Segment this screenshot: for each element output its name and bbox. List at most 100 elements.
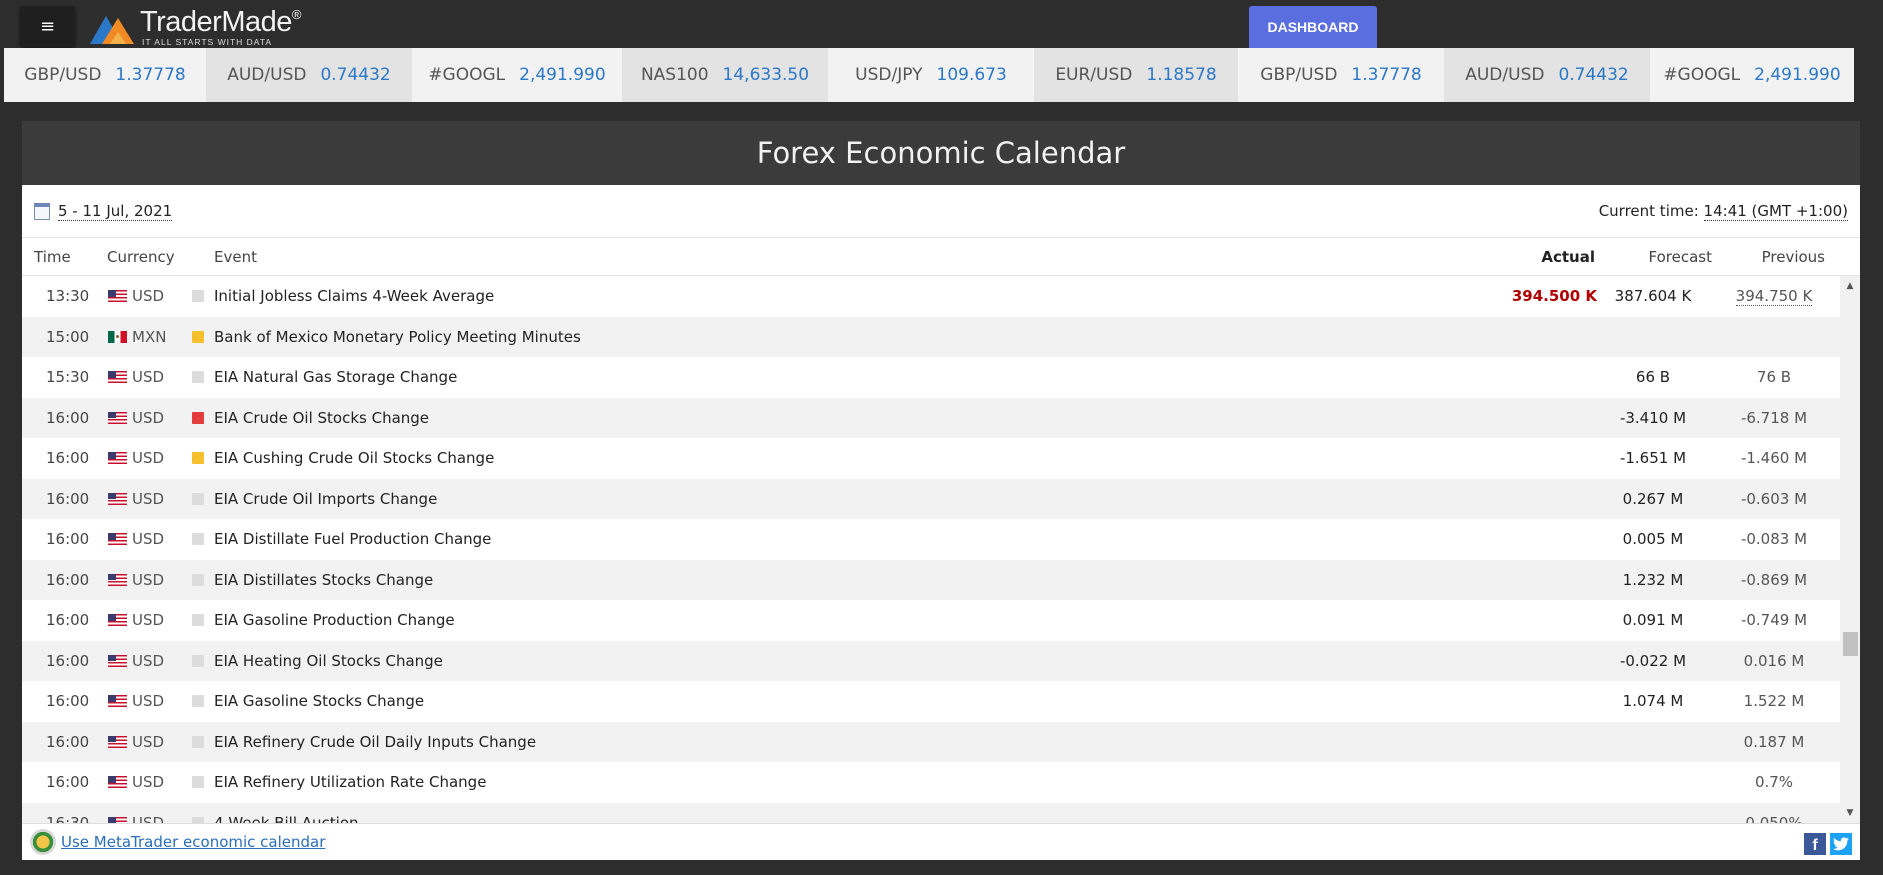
row-previous: 0.016 M	[1743, 651, 1805, 670]
row-time: 16:00	[46, 611, 90, 630]
row-currency: USD	[132, 449, 165, 468]
row-currency: USD	[132, 570, 165, 589]
usa-flag-icon	[108, 371, 127, 384]
table-row[interactable]: 16:00 USD EIA Cushing Crude Oil Stocks Cha…	[22, 438, 1840, 479]
table-row[interactable]: 16:00 USD EIA Heating Oil Stocks Change -0.…	[22, 640, 1840, 681]
row-event[interactable]: EIA Heating Oil Stocks Change	[214, 652, 443, 670]
row-event[interactable]: 4-Week Bill Auction	[214, 814, 359, 823]
row-previous: -0.083 M	[1740, 530, 1808, 549]
ticker-symbol: NAS100	[640, 65, 709, 85]
row-event[interactable]: EIA Cushing Crude Oil Stocks Change	[214, 449, 494, 467]
table-row[interactable]: 15:00 MXN Bank of Mexico Monetary Policy M…	[22, 316, 1840, 357]
calendar-icon	[34, 202, 50, 220]
ticker-item[interactable]: #GOOGL 2,491.990	[1650, 48, 1854, 102]
row-actual: 394.500 K	[1511, 287, 1597, 306]
importance-indicator-icon	[192, 776, 204, 789]
ticker-symbol: GBP/USD	[1260, 65, 1338, 85]
row-currency: USD	[132, 611, 165, 630]
row-previous: -6.718 M	[1740, 408, 1808, 427]
row-previous: -0.869 M	[1740, 570, 1808, 589]
metatrader-calendar-link[interactable]: Use MetaTrader economic calendar	[61, 833, 325, 851]
price-ticker: GBP/USD 1.37778 AUD/USD 0.74432 #GOOGL 2,49…	[4, 48, 1854, 102]
calendar-info-bar: 5 - 11 Jul, 2021 Current time: 14:41 (GM…	[22, 185, 1860, 238]
row-event[interactable]: EIA Gasoline Stocks Change	[214, 692, 424, 710]
scroll-down-arrow-icon[interactable]: ▼	[1840, 805, 1860, 821]
table-row[interactable]: 16:30 USD 4-Week Bill Auction 0.050%	[22, 802, 1840, 823]
row-event[interactable]: EIA Refinery Utilization Rate Change	[214, 773, 486, 791]
calendar-title: Forex Economic Calendar	[22, 121, 1860, 185]
row-event[interactable]: EIA Crude Oil Stocks Change	[214, 409, 429, 427]
calendar-scrollbar[interactable]: ▲ ▼	[1840, 276, 1860, 823]
calendar-rows[interactable]: 13:30 USD Initial Jobless Claims 4-Week Av…	[22, 276, 1840, 823]
table-row[interactable]: 16:00 USD EIA Distillate Fuel Production C…	[22, 519, 1840, 560]
ticker-item[interactable]: #GOOGL 2,491.990	[412, 48, 622, 102]
ticker-item[interactable]: AUD/USD 0.74432	[206, 48, 412, 102]
scroll-up-arrow-icon[interactable]: ▲	[1840, 278, 1860, 294]
row-forecast: 0.267 M	[1622, 489, 1684, 508]
menu-button[interactable]: ≡	[20, 6, 75, 47]
metatrader-icon	[30, 829, 56, 855]
row-forecast: 66 B	[1635, 368, 1671, 387]
usa-flag-icon	[108, 735, 127, 748]
ticker-item[interactable]: AUD/USD 0.74432	[1444, 48, 1650, 102]
table-row[interactable]: 13:30 USD Initial Jobless Claims 4-Week Av…	[22, 276, 1840, 317]
row-event[interactable]: Initial Jobless Claims 4-Week Average	[214, 287, 494, 305]
row-previous: -0.603 M	[1740, 489, 1808, 508]
calendar-column-headers: Time Currency Event Actual Forecast Prev…	[22, 238, 1860, 276]
table-row[interactable]: 16:00 USD EIA Distillates Stocks Change 1.2…	[22, 559, 1840, 600]
ticker-symbol: USD/JPY	[855, 65, 923, 85]
importance-indicator-icon	[192, 411, 204, 424]
row-currency: USD	[132, 773, 165, 792]
usa-flag-icon	[108, 452, 127, 465]
row-event[interactable]: EIA Distillates Stocks Change	[214, 571, 433, 589]
ticker-value: 0.74432	[320, 65, 391, 85]
row-event[interactable]: EIA Distillate Fuel Production Change	[214, 530, 491, 548]
row-currency: USD	[132, 489, 165, 508]
ticker-value: 1.37778	[1351, 65, 1422, 85]
row-event[interactable]: EIA Crude Oil Imports Change	[214, 490, 437, 508]
row-time: 16:00	[46, 449, 90, 468]
row-currency: MXN	[132, 327, 167, 346]
row-time: 15:00	[46, 327, 90, 346]
ticker-item[interactable]: NAS100 14,633.50	[622, 48, 828, 102]
ticker-item[interactable]: GBP/USD 1.37778	[4, 48, 206, 102]
ticker-symbol: AUD/USD	[1465, 65, 1545, 85]
ticker-item[interactable]: USD/JPY 109.673	[828, 48, 1034, 102]
date-range-picker[interactable]: 5 - 11 Jul, 2021	[34, 201, 173, 221]
facebook-icon[interactable]: f	[1804, 833, 1826, 855]
row-currency: USD	[132, 732, 165, 751]
ticker-item[interactable]: GBP/USD 1.37778	[1238, 48, 1444, 102]
table-row[interactable]: 16:00 USD EIA Gasoline Production Change 0.…	[22, 600, 1840, 641]
logo-mark-icon	[90, 16, 134, 44]
row-event[interactable]: Bank of Mexico Monetary Policy Meeting M…	[214, 328, 581, 346]
table-row[interactable]: 15:30 USD EIA Natural Gas Storage Change 66…	[22, 357, 1840, 398]
top-bar: ≡ TraderMade® IT ALL STARTS WITH DATA DA…	[0, 0, 1883, 48]
date-range-text: 5 - 11 Jul, 2021	[58, 201, 173, 221]
row-currency: USD	[132, 408, 165, 427]
ticker-symbol: EUR/USD	[1055, 65, 1133, 85]
table-row[interactable]: 16:00 USD EIA Crude Oil Stocks Change -3.41…	[22, 397, 1840, 438]
tradermade-logo[interactable]: TraderMade® IT ALL STARTS WITH DATA	[88, 6, 301, 47]
ticker-value: 1.18578	[1146, 65, 1217, 85]
timezone-selector[interactable]: 14:41 (GMT +1:00)	[1703, 202, 1848, 221]
table-row[interactable]: 16:00 USD EIA Refinery Crude Oil Daily Inp…	[22, 721, 1840, 762]
calendar-footer: Use MetaTrader economic calendar f	[22, 823, 1860, 860]
row-time: 16:00	[46, 651, 90, 670]
table-row[interactable]: 16:00 USD EIA Refinery Utilization Rate Ch…	[22, 762, 1840, 803]
table-row[interactable]: 16:00 USD EIA Gasoline Stocks Change 1.074 …	[22, 681, 1840, 722]
logo-tagline: IT ALL STARTS WITH DATA	[142, 37, 273, 47]
row-event[interactable]: EIA Refinery Crude Oil Daily Inputs Chan…	[214, 733, 536, 751]
usa-flag-icon	[108, 695, 127, 708]
row-previous: 0.187 M	[1743, 732, 1805, 751]
importance-indicator-icon	[192, 695, 204, 708]
logo-name: TraderMade	[140, 6, 292, 38]
row-event[interactable]: EIA Gasoline Production Change	[214, 611, 455, 629]
dashboard-button[interactable]: DASHBOARD	[1249, 6, 1377, 48]
row-previous: -1.460 M	[1740, 449, 1808, 468]
scroll-thumb[interactable]	[1843, 632, 1858, 656]
current-time-label: Current time:	[1598, 202, 1699, 220]
ticker-item[interactable]: EUR/USD 1.18578	[1034, 48, 1238, 102]
twitter-icon[interactable]	[1830, 833, 1852, 855]
row-event[interactable]: EIA Natural Gas Storage Change	[214, 368, 457, 386]
table-row[interactable]: 16:00 USD EIA Crude Oil Imports Change 0.26…	[22, 478, 1840, 519]
